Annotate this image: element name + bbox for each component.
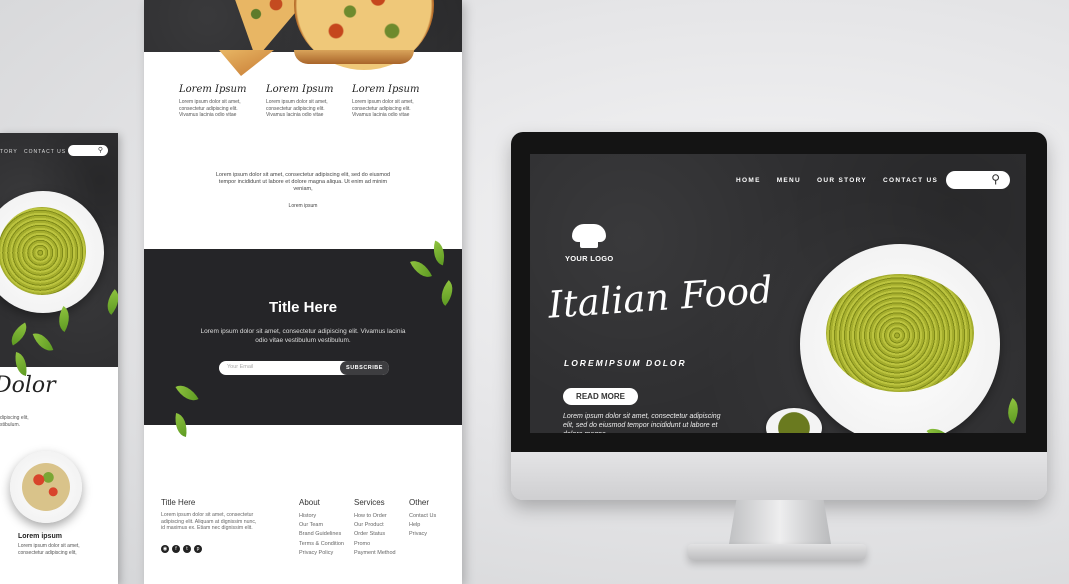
footer-link[interactable]: History [299,512,344,521]
monitor: HOME MENU OUR STORY CONTACT US ⚲ YOUR LO… [511,132,1047,500]
pinterest-icon[interactable]: p [194,545,202,553]
pizza-header [144,0,462,70]
footer-link[interactable]: Our Product [354,521,396,530]
pizza-slice-overhang [219,50,274,76]
footer-link[interactable]: Help [409,521,436,530]
body-text: dipiscing elit, stibulum. [0,415,29,428]
footer-link[interactable]: Brand Guidelines [299,530,344,539]
footer-about-column: About History Our Team Brand Guidelines … [299,498,344,558]
footer-services-column: Services How to Order Our Product Order … [354,498,396,558]
product-title: Lorem ipsum [18,533,62,540]
feature-text: Lorem ipsum dolor sit amet, consectetur … [179,99,241,118]
nav-contact-link[interactable]: CONTACT US [24,149,66,155]
read-more-button[interactable]: READ MORE [563,388,638,405]
nav-contact-us[interactable]: CONTACT US [883,177,938,184]
footer-about-heading: About [299,498,320,507]
salad-plate [10,451,82,523]
feature-title: Lorem Ipsum [179,84,247,95]
footer-other-column: Other Contact Us Help Privacy [409,498,436,540]
leaf-decoration [100,289,118,315]
facebook-icon[interactable]: f [172,545,180,553]
email-placeholder: Your Email [227,364,254,370]
footer-link[interactable]: Payment Method [354,549,396,558]
pasta-plate [0,191,104,313]
leaf-decoration [5,322,33,346]
search-icon: ⚲ [97,147,103,154]
twitter-icon[interactable]: t [183,545,191,553]
subscribe-button[interactable]: SUBSCRIBE [340,361,389,375]
product-text: Lorem ipsum dolor sit amet, consectetur … [18,543,80,556]
feature-text: Lorem ipsum dolor sit amet, consectetur … [266,99,328,118]
feature-1: Lorem Ipsum Lorem ipsum dolor sit amet, … [179,84,254,119]
nav-menu[interactable]: MENU [777,177,801,184]
nav-home[interactable]: HOME [736,177,761,184]
newsletter-text: Lorem ipsum dolor sit amet, consectetur … [200,328,406,344]
read-more-label: READ MORE [576,392,625,401]
footer-link[interactable]: Privacy [409,530,436,539]
feature-title: Lorem Ipsum [266,84,334,95]
left-hero: TORY CONTACT US ⚲ [0,133,118,377]
pasta-image [826,274,974,392]
footer-link[interactable]: Contact Us [409,512,436,521]
feature-text: Lorem ipsum dolor sit amet, consectetur … [352,99,414,118]
monitor-screen: HOME MENU OUR STORY CONTACT US ⚲ YOUR LO… [530,154,1026,433]
footer-link[interactable]: How to Order [354,512,396,521]
instagram-icon[interactable]: ◉ [161,545,169,553]
monitor-stand-neck [728,500,832,550]
footer-text: Lorem ipsum dolor sit amet, consectetur … [161,512,257,531]
subscribe-label: SUBSCRIBE [346,365,383,371]
monitor-stand-base [688,544,866,560]
footer-link[interactable]: Order Status [354,530,396,539]
middle-mockup: Lorem Ipsum Lorem ipsum dolor sit amet, … [144,0,462,584]
search-input[interactable]: ⚲ [946,171,1010,189]
footer-link[interactable]: Privacy Policy [299,549,344,558]
feature-2: Lorem Ipsum Lorem ipsum dolor sit amet, … [266,84,341,119]
hero-subtitle: LOREMIPSUM DOLOR [564,358,687,368]
pizza-overhang [294,50,414,64]
pesto-bowl [766,408,822,433]
pasta-image [0,207,86,295]
footer-other-heading: Other [409,498,430,507]
leaf-decoration [32,329,54,355]
about-text: Lorem ipsum dolor sit amet, consectetur … [215,172,391,192]
hero-title-partial: Dolor [0,373,56,398]
nav-our-story[interactable]: OUR STORY [817,177,867,184]
hero-body-text: Lorem ipsum dolor sit amet, consectetur … [563,413,721,433]
feature-title: Lorem Ipsum [352,84,420,95]
logo-text: YOUR LOGO [565,254,614,263]
left-mockup: TORY CONTACT US ⚲ Dolor dipiscing elit, … [0,133,118,584]
monitor-chin [511,452,1047,500]
footer-link[interactable]: Our Team [299,521,344,530]
pasta-plate [800,244,1000,433]
footer-title: Title Here [161,498,196,507]
leaf-decoration [1001,397,1025,425]
feature-3: Lorem Ipsum Lorem ipsum dolor sit amet, … [352,84,427,119]
nav-story-link[interactable]: TORY [0,149,18,155]
search-input[interactable]: ⚲ [68,145,108,156]
hero-title: Italian Food [546,268,774,327]
footer-link[interactable]: Terms & Condition [299,540,344,549]
footer-services-heading: Services [354,498,385,507]
footer-link[interactable]: Promo [354,540,396,549]
chef-hat-icon [572,224,606,250]
top-nav: HOME MENU OUR STORY CONTACT US [736,177,938,184]
about-signature: Lorem ipsum [288,203,318,209]
social-icons: ◉ f t p [161,545,202,553]
salad-image [22,463,70,511]
newsletter-title: Title Here [268,299,338,316]
search-icon: ⚲ [991,172,1000,186]
